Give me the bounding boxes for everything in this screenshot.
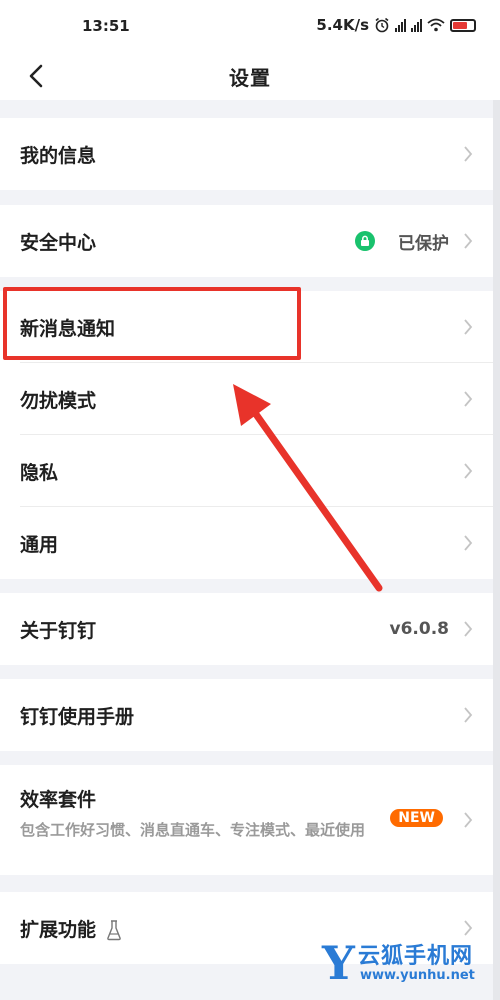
efficiency-label: 效率套件: [20, 789, 97, 811]
new-badge: NEW: [390, 809, 443, 827]
dnd-label: 勿扰模式: [20, 389, 97, 412]
extensions-label-wrap: 扩展功能: [20, 915, 122, 942]
chevron-right-icon: [464, 812, 473, 828]
nav-bar: 设置: [0, 52, 500, 100]
app-version: v6.0.8: [389, 619, 449, 639]
my-info-label: 我的信息: [20, 144, 97, 167]
settings-item-security[interactable]: 安全中心 已保护: [0, 205, 493, 277]
watermark-name: 云狐手机网: [358, 944, 474, 969]
card-manual: 钉钉使用手册: [0, 679, 493, 751]
watermark-url: www.yunhu.net: [360, 968, 475, 983]
card-my-info: 我的信息: [0, 118, 493, 190]
settings-item-about[interactable]: 关于钉钉 v6.0.8: [0, 593, 493, 665]
lock-icon: [355, 231, 375, 251]
annotation-arrow: [233, 384, 383, 592]
chevron-right-icon: [464, 535, 473, 551]
status-indicators: 5.4K/s: [316, 16, 476, 34]
manual-label: 钉钉使用手册: [20, 705, 135, 728]
about-label: 关于钉钉: [20, 619, 97, 642]
flask-icon: [107, 920, 121, 941]
settings-item-manual[interactable]: 钉钉使用手册: [0, 679, 493, 751]
wifi-icon: [427, 18, 445, 32]
card-about: 关于钉钉 v6.0.8: [0, 593, 493, 665]
settings-item-my-info[interactable]: 我的信息: [0, 118, 493, 190]
scroll-track: [493, 100, 500, 1000]
chevron-right-icon: [464, 319, 473, 335]
status-time: 13:51: [82, 17, 130, 35]
chevron-right-icon: [464, 621, 473, 637]
alarm-icon: [375, 17, 389, 33]
privacy-label: 隐私: [20, 461, 59, 484]
watermark-logo: Y: [322, 936, 355, 990]
chevron-right-icon: [464, 391, 473, 407]
security-status: 已保护: [398, 233, 449, 254]
extensions-label: 扩展功能: [20, 918, 97, 941]
efficiency-description: 包含工作好习惯、消息直通车、专注模式、最近使用: [20, 821, 366, 839]
status-bar: 13:51 5.4K/s: [0, 0, 500, 52]
chevron-right-icon: [464, 463, 473, 479]
watermark: Y 云狐手机网 www.yunhu.net: [322, 934, 492, 990]
net-speed: 5.4K/s: [316, 16, 369, 34]
security-label: 安全中心: [20, 231, 97, 254]
card-security: 安全中心 已保护: [0, 205, 493, 277]
battery-icon: [450, 18, 476, 32]
general-label: 通用: [20, 533, 59, 556]
signal-icon-1: [395, 18, 406, 32]
chevron-right-icon: [464, 233, 473, 249]
settings-item-efficiency[interactable]: 效率套件 包含工作好习惯、消息直通车、专注模式、最近使用 NEW: [0, 765, 493, 875]
highlight-box: [3, 287, 301, 360]
signal-icon-2: [411, 18, 422, 32]
chevron-right-icon: [464, 146, 473, 162]
chevron-right-icon: [464, 707, 473, 723]
card-efficiency: 效率套件 包含工作好习惯、消息直通车、专注模式、最近使用 NEW: [0, 765, 493, 875]
page-title: 设置: [229, 66, 271, 90]
